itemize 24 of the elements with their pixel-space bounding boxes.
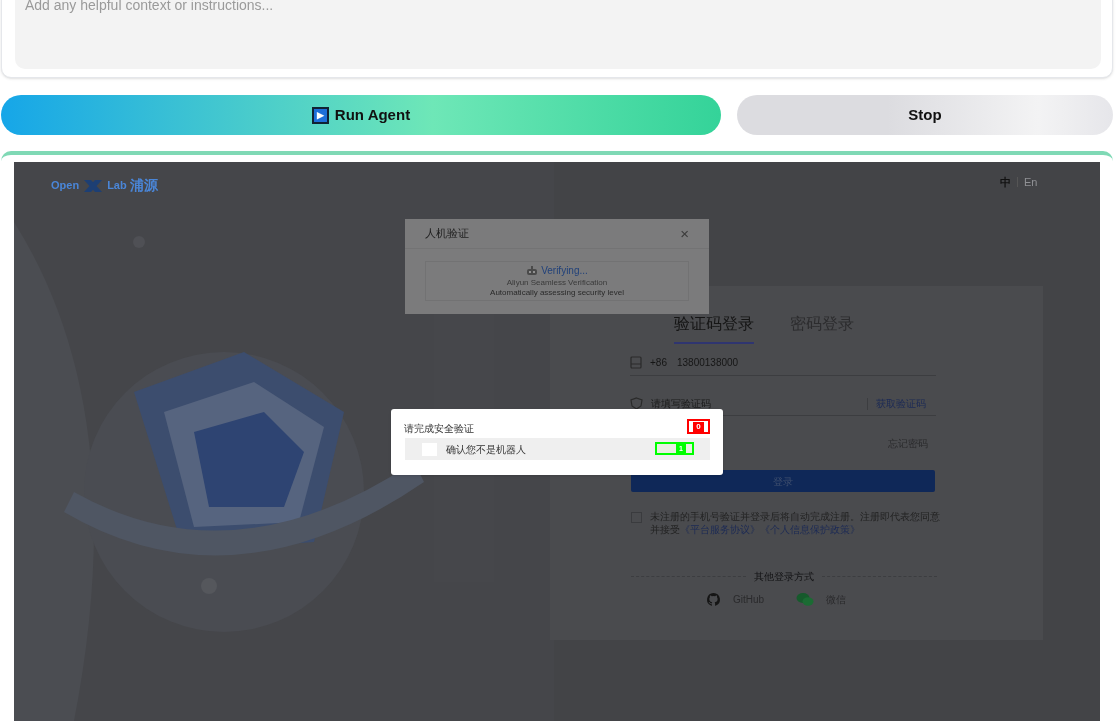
robot-check-label: 确认您不是机器人 <box>446 442 526 457</box>
shield-icon <box>630 397 643 410</box>
logo-text: Open <box>51 178 80 194</box>
logo-name: 浦源 <box>129 176 158 195</box>
run-agent-button[interactable]: ▶ Run Agent <box>1 95 721 135</box>
stop-button[interactable]: Stop <box>737 95 1113 135</box>
security-note: Automatically assessing security level <box>490 288 624 297</box>
country-code[interactable]: +86 <box>650 355 667 370</box>
play-icon: ▶ <box>311 106 329 124</box>
wechat-icon <box>796 593 815 606</box>
phone-field[interactable]: +86 13800138000 <box>630 350 936 376</box>
github-icon <box>706 592 721 607</box>
context-field[interactable]: Add any helpful context or instructions... <box>15 0 1101 69</box>
x-logo-icon <box>82 178 105 193</box>
dialog-title: 人机验证 <box>425 226 469 242</box>
phone-number: 13800138000 <box>676 356 739 370</box>
language-option[interactable]: En <box>1024 174 1038 191</box>
annotation-mark: 0 <box>687 419 710 434</box>
popup-title: 请完成安全验证 <box>404 422 474 436</box>
verifying-status: Verifying... <box>541 265 588 277</box>
phone-icon <box>630 356 642 369</box>
close-button[interactable]: × <box>680 226 689 241</box>
robot-icon <box>526 266 539 276</box>
logo-text: Lab <box>107 178 127 194</box>
